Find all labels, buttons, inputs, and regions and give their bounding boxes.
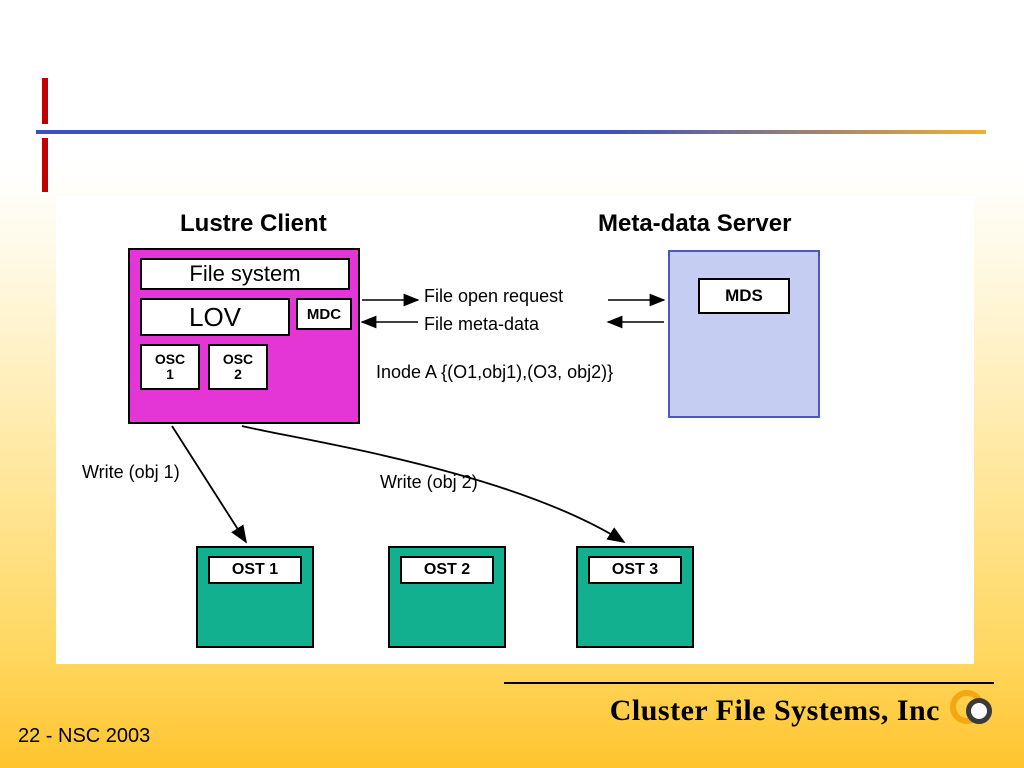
slide-number-footer: 22 - NSC 2003 (18, 725, 150, 748)
file-meta-data-label: File meta-data (424, 314, 539, 335)
ost2-box: OST 2 (388, 546, 506, 648)
file-open-request-label: File open request (424, 286, 563, 307)
slide: Lustre Client Meta-data Server File syst… (0, 0, 1024, 768)
client-box: File system LOV MDC OSC 1 OSC 2 (128, 248, 360, 424)
accent-mark-top (42, 78, 48, 124)
brand-logo-icon (948, 688, 994, 734)
osc1-box: OSC 1 (140, 344, 200, 390)
brand-text: Cluster File Systems, Inc (610, 694, 940, 728)
mdc-box: MDC (296, 298, 352, 330)
mds-server-box (668, 250, 820, 418)
inode-label: Inode A {(O1,obj1),(O3, obj2)} (376, 362, 613, 383)
filesystem-box: File system (140, 258, 350, 290)
accent-mark-bottom (42, 138, 48, 192)
osc2-label-line2: 2 (234, 366, 242, 382)
ost3-box: OST 3 (576, 546, 694, 648)
brand-block: Cluster File Systems, Inc (504, 682, 994, 738)
osc2-label-line1: OSC (223, 351, 253, 367)
server-heading: Meta-data Server (598, 210, 791, 238)
ost3-label: OST 3 (588, 556, 682, 584)
write-obj2-label: Write (obj 2) (380, 472, 478, 493)
ost1-label: OST 1 (208, 556, 302, 584)
lov-box: LOV (140, 298, 290, 336)
ost2-label: OST 2 (400, 556, 494, 584)
write-obj1-label: Write (obj 1) (82, 462, 180, 483)
client-heading: Lustre Client (180, 210, 327, 238)
mds-label-box: MDS (698, 278, 790, 314)
divider-line (36, 130, 986, 134)
osc1-label-line1: OSC (155, 351, 185, 367)
ost1-box: OST 1 (196, 546, 314, 648)
osc2-box: OSC 2 (208, 344, 268, 390)
osc1-label-line2: 1 (166, 366, 174, 382)
